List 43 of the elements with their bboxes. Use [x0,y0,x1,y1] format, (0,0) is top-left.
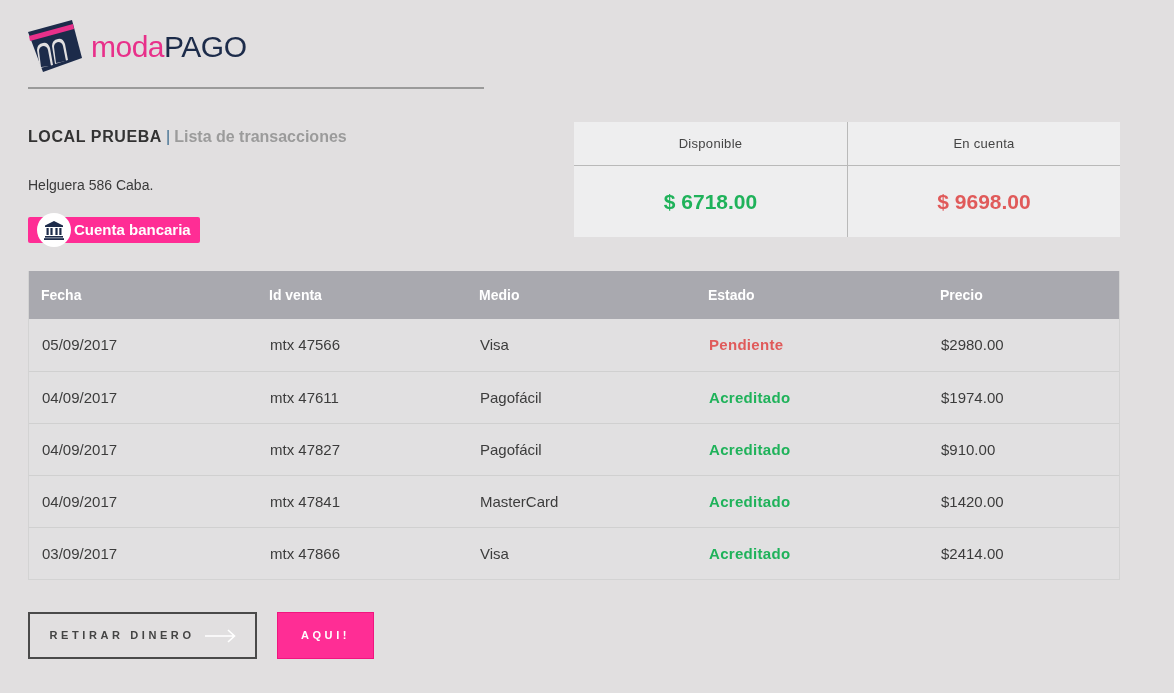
table-cell: mtx 47866 [270,544,341,562]
status-text: Pendiente [709,336,784,353]
table-cell: $910.00 [941,440,996,458]
balance-label: En cuenta [953,134,1015,153]
balance-amount: $ 6718.00 [663,188,758,215]
logo-icon [28,20,82,72]
status-text: Acreditado [709,388,791,406]
table-cell: Pagofácil [480,440,542,458]
table-cell: Visa [480,336,509,353]
title-separator: | [166,127,171,147]
bank-icon [37,213,71,247]
table-cell: $2414.00 [941,544,1004,562]
table-cell: Pagofácil [480,388,542,406]
arrow-right-icon [204,628,236,643]
withdraw-button[interactable]: RETIRAR DINERO [28,612,257,659]
table-cell: $2980.00 [941,336,1004,353]
store-address: Helguera 586 Caba. [28,176,154,195]
table-cell: mtx 47841 [270,492,341,510]
table-cell: 05/09/2017 [42,336,118,353]
table-cell: 04/09/2017 [42,388,118,406]
table-cell: 04/09/2017 [42,492,118,510]
table-cell: $1974.00 [941,388,1004,406]
table-cell: 03/09/2017 [42,544,118,562]
table-cell: $1420.00 [941,492,1004,510]
balance-label: Disponible [678,134,743,153]
page-title: Lista de transacciones [174,127,347,147]
column-header: Estado [708,287,755,303]
table-cell: mtx 47827 [270,440,341,458]
status-text: Acreditado [709,492,791,510]
column-header: Precio [940,287,983,303]
status-text: Acreditado [709,544,791,562]
table-cell: mtx 47566 [270,336,341,353]
table-cell: Visa [480,544,509,562]
column-header: Medio [479,287,520,303]
table-cell: MasterCard [480,492,559,510]
store-name: LOCAL PRUEBA [28,127,163,147]
balance-amount: $ 9698.00 [937,188,1031,215]
table-cell: mtx 47611 [270,388,339,406]
column-header: Fecha [41,287,82,303]
table-cell: 04/09/2017 [42,440,118,458]
logo-wordmark: modaPAGO [91,29,247,65]
status-text: Acreditado [709,440,791,458]
column-header: Id venta [269,287,322,303]
